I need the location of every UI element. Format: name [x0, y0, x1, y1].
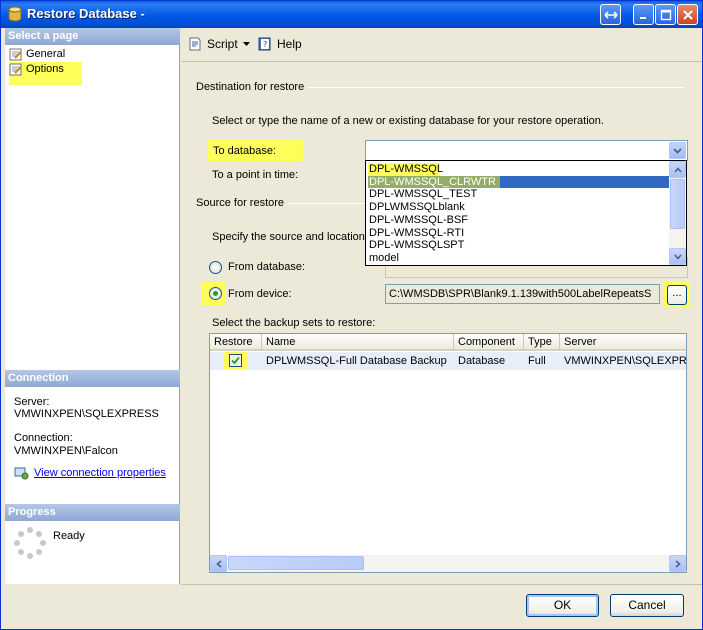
scroll-thumb[interactable] — [670, 179, 685, 229]
page-wrench-icon — [9, 48, 22, 60]
radio-selected-dot — [213, 291, 218, 296]
progress-spinner-icon — [14, 527, 46, 559]
window-title: Restore Database - — [27, 6, 145, 21]
database-icon — [8, 6, 22, 22]
component-cell: Database — [454, 352, 524, 370]
browse-device-button[interactable]: ... — [667, 285, 687, 305]
chevron-right-icon — [674, 559, 681, 568]
destination-group-line — [303, 87, 684, 88]
scroll-thumb[interactable] — [228, 556, 364, 570]
chevron-down-icon — [673, 253, 682, 260]
progress-header: Progress — [5, 504, 180, 521]
dropdown-item[interactable]: DPL-WMSSQLSPT — [368, 239, 670, 252]
left-panel: Select a page General Options Connection… — [5, 28, 180, 584]
dropdown-item[interactable]: DPL-WMSSQL_TEST — [368, 188, 670, 201]
ok-button[interactable]: OK — [526, 594, 599, 617]
chevron-left-icon — [215, 559, 222, 568]
backupsets-label: Select the backup sets to restore: — [212, 317, 376, 329]
server-value: VMWINXPEN\SQLEXPRESS — [14, 408, 159, 420]
scroll-right-button[interactable] — [669, 555, 686, 572]
dropdown-item[interactable]: DPL-WMSSQL-RTI — [368, 227, 670, 240]
arrows-icon — [603, 10, 618, 19]
connection-properties-icon — [14, 467, 29, 480]
from-device-label: From device: — [228, 288, 292, 300]
source-instruction: Specify the source and location — [212, 231, 365, 243]
scroll-left-button[interactable] — [210, 555, 227, 572]
help-label: Help — [277, 37, 302, 51]
page-wrench-icon — [9, 63, 22, 76]
device-path-textbox[interactable]: C:\WMSDB\SPR\Blank9.1.139with500LabelRep… — [385, 284, 660, 304]
cancel-button[interactable]: Cancel — [610, 594, 684, 617]
maximize-icon — [660, 9, 671, 20]
from-database-label: From database: — [228, 261, 306, 273]
minimize-button[interactable] — [633, 4, 654, 25]
server-cell: VMWINXPEN\SQLEXPRESS — [560, 352, 686, 370]
to-database-combo[interactable] — [365, 140, 688, 161]
connection-label: Connection: — [14, 432, 73, 444]
column-header-component[interactable]: Component — [454, 334, 524, 351]
toolbar: Script ? Help — [181, 28, 702, 61]
restore-cell — [210, 352, 262, 370]
to-database-dropdown-button[interactable] — [669, 142, 686, 159]
source-group-label: Source for restore — [196, 197, 289, 209]
grid-horizontal-scrollbar[interactable] — [210, 555, 686, 572]
script-label: Script — [207, 37, 238, 51]
help-button[interactable]: ? Help — [257, 36, 302, 52]
page-item-general[interactable]: General — [9, 46, 65, 62]
restore-database-window: Restore Database - Select a page General… — [0, 0, 703, 630]
from-device-radio[interactable] — [209, 287, 222, 300]
script-button[interactable]: Script — [187, 36, 251, 52]
page-label-options: Options — [26, 63, 64, 75]
svg-text:?: ? — [263, 40, 267, 49]
point-in-time-label: To a point in time: — [212, 169, 299, 181]
help-book-icon: ? — [258, 37, 271, 51]
scroll-up-button[interactable] — [669, 161, 686, 178]
from-database-radio[interactable] — [209, 261, 222, 274]
type-cell: Full — [524, 352, 560, 370]
column-header-server[interactable]: Server — [560, 334, 686, 351]
scroll-down-button[interactable] — [669, 248, 686, 265]
dropdown-item[interactable]: DPL-WMSSQL-BSF — [368, 214, 670, 227]
select-page-header: Select a page — [5, 28, 180, 45]
dropdown-item-text: DPL-WMSSQL_CLRWTR — [369, 175, 496, 188]
database-dropdown-list[interactable]: DPL-WMSSQL DPL-WMSSQL_CLRWTR DPL-WMSSQL_TE… — [365, 160, 687, 266]
dropdown-item-text: DPL-WMSSQL — [369, 163, 443, 175]
column-header-type[interactable]: Type — [524, 334, 560, 351]
restore-checkbox[interactable] — [229, 354, 242, 367]
minimize-icon — [639, 16, 646, 19]
backupsets-grid[interactable]: Restore Name Component Type Server DPLWM… — [209, 333, 687, 573]
dropdown-item[interactable]: model — [368, 252, 670, 265]
view-connection-properties-link[interactable]: View connection properties — [14, 466, 166, 480]
chevron-down-icon — [242, 42, 250, 46]
source-group-line — [287, 203, 365, 204]
page-item-options[interactable]: Options — [9, 62, 82, 85]
maximize-button[interactable] — [655, 4, 676, 25]
chevron-up-icon — [673, 166, 682, 173]
column-header-name[interactable]: Name — [262, 334, 454, 351]
restore-size-button[interactable] — [600, 4, 621, 25]
destination-instruction: Select or type the name of a new or exis… — [212, 115, 604, 127]
dropdown-scrollbar[interactable] — [669, 161, 686, 265]
connection-value: VMWINXPEN\Falcon — [14, 445, 118, 457]
close-icon — [682, 9, 693, 20]
to-database-label: To database: — [207, 140, 303, 161]
progress-status: Ready — [53, 530, 85, 542]
dropdown-item[interactable]: DPLWMSSQLblank — [368, 201, 670, 214]
column-header-restore[interactable]: Restore — [210, 334, 262, 351]
script-icon — [189, 37, 201, 51]
dropdown-item[interactable]: DPL-WMSSQL_CLRWTR — [368, 175, 670, 189]
checkmark-icon — [231, 356, 240, 365]
view-connection-properties-text: View connection properties — [34, 467, 166, 479]
destination-group-label: Destination for restore — [196, 81, 309, 93]
close-button[interactable] — [677, 4, 698, 25]
connection-header: Connection — [5, 370, 180, 387]
title-bar[interactable]: Restore Database - — [1, 1, 702, 28]
toolbar-separator — [181, 61, 702, 62]
chevron-down-icon — [673, 147, 682, 154]
name-cell: DPLWMSSQL-Full Database Backup — [262, 352, 454, 370]
footer-separator — [181, 584, 702, 585]
dropdown-item[interactable]: DPL-WMSSQL — [368, 163, 670, 176]
page-label-general: General — [26, 48, 66, 60]
